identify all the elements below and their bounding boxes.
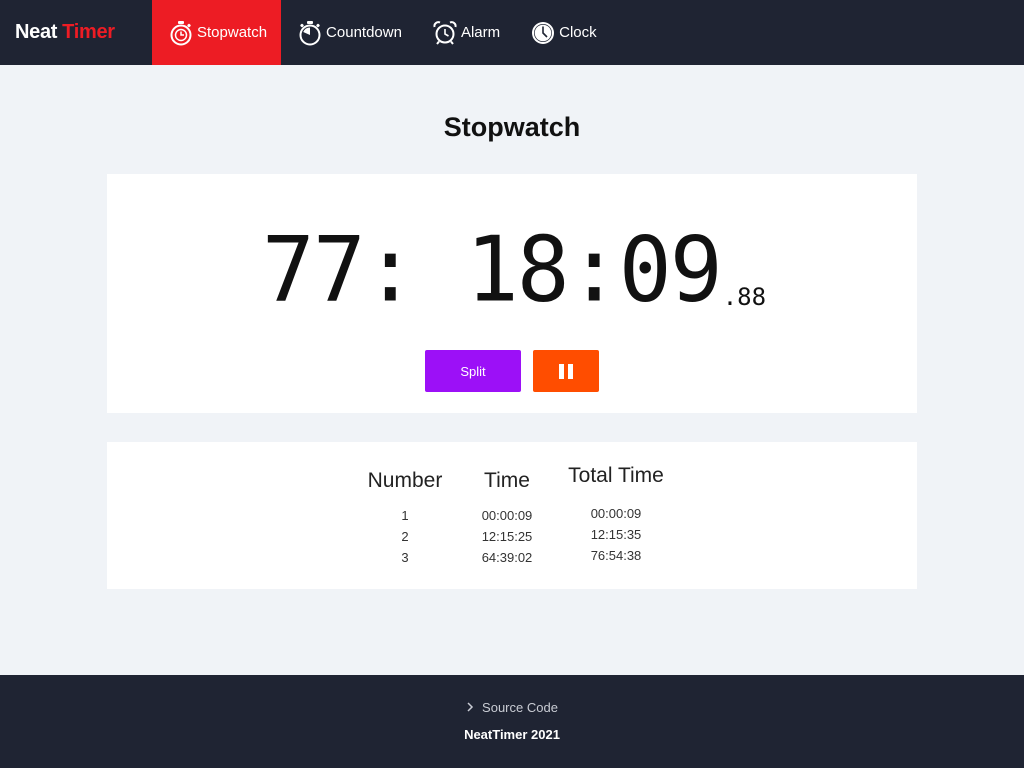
stopwatch-panel: 77: 18:09 .88 Split xyxy=(107,174,917,413)
lap-time: 12:15:25 xyxy=(481,529,533,544)
column-header-number: Number xyxy=(367,469,443,492)
nav-item-label: Stopwatch xyxy=(197,24,268,41)
nav-item-countdown[interactable]: Countdown xyxy=(281,0,416,65)
timer-icon xyxy=(297,20,323,46)
nav-item-label: Clock xyxy=(559,24,597,41)
nav-item-label: Countdown xyxy=(326,24,402,41)
footer-copyright: NeatTimer 2021 xyxy=(464,727,560,742)
elapsed-time: 77: 18:09 xyxy=(261,216,723,323)
table-header-row: Number Time Total Time xyxy=(359,464,669,493)
brand-name-part1: Neat xyxy=(15,21,58,43)
laps-table: Number Time Total Time 1 00:00:09 00:00:… xyxy=(359,464,669,568)
nav-item-clock[interactable]: Clock xyxy=(514,0,611,65)
lap-time: 64:39:02 xyxy=(481,550,533,565)
lap-total-time: 12:15:35 xyxy=(590,527,642,542)
source-code-link[interactable]: Source Code xyxy=(0,700,1024,715)
page-title: Stopwatch xyxy=(443,112,581,142)
table-row: 1 00:00:09 00:00:09 xyxy=(359,505,669,526)
chevron-right-icon xyxy=(466,700,474,715)
nav-item-stopwatch[interactable]: Stopwatch xyxy=(152,0,282,65)
footer: Source Code NeatTimer 2021 xyxy=(0,675,1024,768)
lap-number: 2 xyxy=(401,529,409,544)
source-code-label: Source Code xyxy=(482,700,558,715)
clock-icon xyxy=(530,20,556,46)
lap-time: 00:00:09 xyxy=(481,508,533,523)
brand-name-part2: Timer xyxy=(62,21,115,43)
top-navbar: Neat Timer Stopwatch Countdown Alarm Clo… xyxy=(0,0,1024,65)
lap-number: 1 xyxy=(401,508,409,523)
pause-icon xyxy=(559,363,573,379)
lap-total-time: 00:00:09 xyxy=(590,506,642,521)
main-nav: Stopwatch Countdown Alarm Clock xyxy=(152,0,611,65)
split-button[interactable]: Split xyxy=(425,350,521,392)
nav-item-alarm[interactable]: Alarm xyxy=(416,0,514,65)
column-header-time: Time xyxy=(484,469,530,492)
stopwatch-icon xyxy=(168,20,194,46)
elapsed-fraction: .88 xyxy=(722,283,767,311)
lap-number: 3 xyxy=(401,550,409,565)
alarm-clock-icon xyxy=(432,20,458,46)
laps-panel: Number Time Total Time 1 00:00:09 00:00:… xyxy=(107,442,917,589)
nav-item-label: Alarm xyxy=(460,24,501,41)
table-row: 3 64:39:02 76:54:38 xyxy=(359,547,669,568)
table-row: 2 12:15:25 12:15:35 xyxy=(359,526,669,547)
time-display: 77: 18:09 .88 xyxy=(107,216,917,323)
lap-total-time: 76:54:38 xyxy=(590,548,642,563)
brand-logo[interactable]: Neat Timer xyxy=(0,0,152,65)
column-header-total-time: Total Time xyxy=(568,464,664,487)
pause-button[interactable] xyxy=(533,350,599,392)
